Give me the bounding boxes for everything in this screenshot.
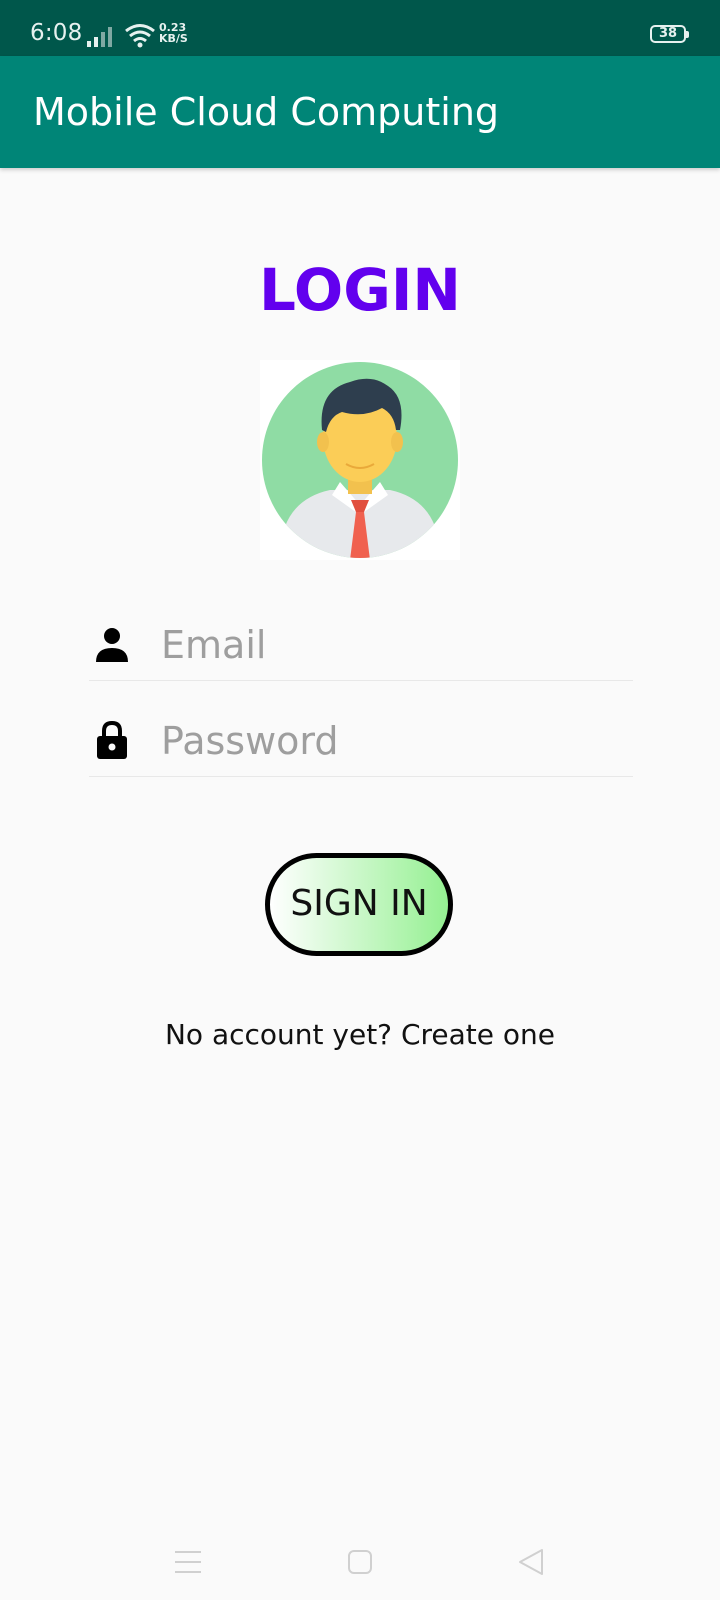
password-field[interactable] bbox=[161, 712, 621, 770]
home-icon[interactable] bbox=[340, 1542, 380, 1582]
wifi-icon bbox=[125, 24, 155, 48]
signal-icon bbox=[87, 27, 112, 47]
network-speed-unit: KB/S bbox=[159, 32, 188, 45]
create-account-link[interactable]: No account yet? Create one bbox=[0, 1018, 720, 1051]
password-row bbox=[89, 698, 633, 777]
status-bar: 6:08 0.23 KB/S 38 bbox=[0, 0, 720, 56]
navigation-bar bbox=[0, 1520, 720, 1600]
status-time: 6:08 bbox=[30, 20, 83, 46]
app-title: Mobile Cloud Computing bbox=[33, 90, 500, 134]
email-row bbox=[89, 602, 633, 681]
app-bar: Mobile Cloud Computing bbox=[0, 56, 720, 168]
menu-icon[interactable] bbox=[168, 1542, 208, 1582]
back-icon[interactable] bbox=[512, 1542, 552, 1582]
battery-level: 38 bbox=[658, 26, 678, 41]
person-icon bbox=[96, 628, 128, 662]
battery-icon: 38 bbox=[650, 25, 689, 43]
login-heading: LOGIN bbox=[259, 256, 461, 324]
network-speed: 0.23 KB/S bbox=[159, 22, 195, 44]
lock-icon bbox=[97, 720, 127, 759]
sign-in-button[interactable]: SIGN IN bbox=[265, 853, 453, 956]
sign-in-label: SIGN IN bbox=[290, 883, 428, 924]
avatar bbox=[260, 360, 460, 560]
email-field[interactable] bbox=[161, 616, 621, 674]
